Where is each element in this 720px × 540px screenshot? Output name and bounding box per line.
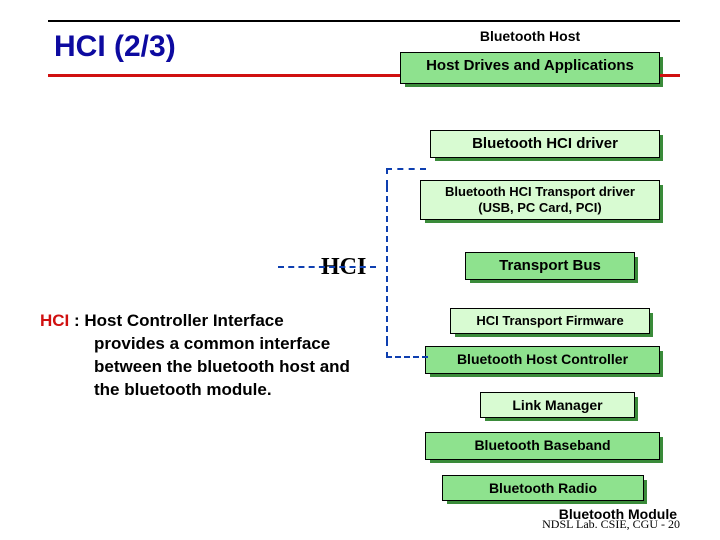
box-link-manager: Link Manager [480,392,635,418]
hci-description: HCI : Host Controller Interface provides… [40,310,360,402]
bracket-mid [386,186,388,342]
box-transport-driver: Bluetooth HCI Transport driver (USB, PC … [420,180,660,220]
slide-title: HCI (2/3) [54,30,176,64]
hci-term: HCI [40,311,69,330]
box-transport-driver-l2: (USB, PC Card, PCI) [478,200,602,215]
box-transport-driver-l1: Bluetooth HCI Transport driver [445,184,635,199]
box-host-controller: Bluetooth Host Controller [425,346,660,374]
hci-expansion: : Host Controller Interface [69,311,283,330]
label-bluetooth-host: Bluetooth Host [445,28,615,44]
bracket-connector [278,266,376,268]
bracket-top [386,168,426,186]
box-host-drives: Host Drives and Applications [400,52,660,84]
box-transport-bus: Transport Bus [465,252,635,280]
rule-top [48,20,680,22]
box-radio: Bluetooth Radio [442,475,644,501]
box-transport-firmware: HCI Transport Firmware [450,308,650,334]
box-hci-driver: Bluetooth HCI driver [430,130,660,158]
slide-footer: NDSL Lab. CSIE, CGU - 20 [542,517,680,532]
box-baseband: Bluetooth Baseband [425,432,660,460]
hci-desc-rest: provides a common interface between the … [40,333,360,402]
bracket-bot [386,340,428,358]
